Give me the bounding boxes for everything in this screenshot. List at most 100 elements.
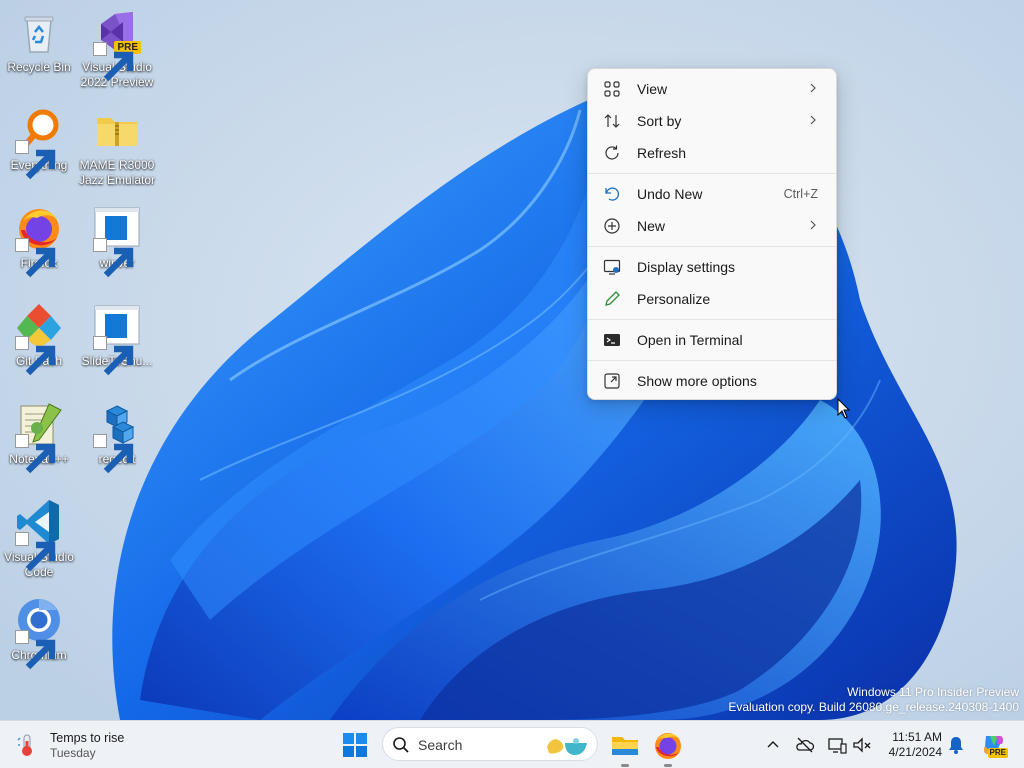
menu-item-undo-new[interactable]: Undo New Ctrl+Z [592, 178, 832, 210]
desktop-icon-chromium[interactable]: Chromium [0, 596, 81, 670]
menu-separator [588, 360, 836, 361]
desktop-icon-slidetoshutdown[interactable]: SlideToShu... [75, 302, 159, 376]
copilot-button[interactable]: PRE [980, 732, 1008, 758]
taskbar: Temps to rise Tuesday Search 11:51 AM 4/… [0, 720, 1024, 768]
firefox-icon [15, 204, 63, 278]
taskbar-file-explorer[interactable] [609, 729, 641, 767]
menu-separator [588, 246, 836, 247]
weather-widget[interactable]: Temps to rise Tuesday [14, 727, 124, 763]
chromium-icon [15, 596, 63, 670]
grid-view-icon [603, 80, 621, 98]
plus-circle-icon [603, 217, 621, 235]
regedit-icon [93, 400, 141, 474]
network-icon[interactable] [827, 735, 847, 755]
onedrive-offline-icon[interactable] [795, 735, 815, 755]
desktop-context-menu: View Sort by Refresh Undo New Ctrl+Z New… [587, 68, 837, 400]
menu-item-show-more-options[interactable]: Show more options [592, 365, 832, 397]
menu-item-open-in-terminal[interactable]: Open in Terminal [592, 324, 832, 356]
taskbar-search-box[interactable]: Search [382, 727, 598, 761]
desktop-icon-label: Recycle Bin [7, 60, 71, 74]
everything-search-icon [15, 106, 63, 180]
search-icon [393, 737, 409, 753]
visual-studio-preview-icon: PRE [93, 8, 141, 82]
desktop-icon-notepad-plus-plus[interactable]: Notepad++ [0, 400, 81, 474]
chevron-up-icon[interactable] [763, 735, 783, 755]
menu-item-label: Personalize [637, 291, 711, 307]
pen-icon [603, 290, 621, 308]
desktop-icon-regedit[interactable]: regedit [75, 400, 159, 474]
weather-subtitle: Tuesday [50, 745, 96, 760]
menu-item-label: Refresh [637, 145, 687, 161]
desktop-icon-visual-studio-preview[interactable]: PRE Visual Studio 2022 Preview [75, 8, 159, 90]
folder-zip-icon [93, 106, 141, 154]
menu-item-new[interactable]: New [592, 210, 832, 242]
chevron-right-icon [808, 114, 818, 128]
search-placeholder: Search [418, 737, 463, 753]
notepad-plus-plus-icon [15, 400, 63, 474]
menu-item-refresh[interactable]: Refresh [592, 137, 832, 169]
shortcut-hint: Ctrl+Z [783, 187, 818, 201]
chevron-right-icon [808, 82, 818, 96]
chevron-right-icon [808, 219, 818, 233]
menu-item-label: Open in Terminal [637, 332, 743, 348]
desktop-icon-recycle-bin[interactable]: Recycle Bin [0, 8, 81, 75]
shortcut-arrow-icon [15, 630, 56, 670]
clock-date: 4/21/2024 [888, 745, 942, 759]
volume-muted-icon[interactable] [852, 735, 872, 755]
shortcut-arrow-icon [15, 238, 56, 278]
taskbar-clock[interactable]: 11:51 AM 4/21/2024 [880, 730, 942, 760]
firefox-icon [655, 733, 681, 759]
undo-icon [603, 185, 621, 203]
shortcut-arrow-icon [15, 140, 56, 180]
taskbar-firefox[interactable] [652, 729, 684, 767]
copilot-badge: PRE [987, 748, 1008, 758]
thermometer-icon [17, 734, 32, 756]
mouse-cursor-icon [837, 398, 851, 419]
windows-start-icon[interactable] [340, 730, 370, 760]
display-settings-icon [603, 258, 621, 276]
menu-separator [588, 173, 836, 174]
running-indicator [664, 764, 672, 767]
more-options-icon [603, 372, 621, 390]
sort-icon [603, 112, 621, 130]
menu-item-label: View [637, 81, 668, 97]
menu-separator [588, 319, 836, 320]
file-explorer-icon [612, 737, 638, 755]
shortcut-arrow-icon [93, 336, 134, 376]
menu-item-label: New [637, 218, 666, 234]
running-indicator [621, 764, 629, 767]
clock-time: 11:51 AM [892, 730, 942, 744]
slidetoshutdown-icon [93, 302, 141, 376]
shortcut-arrow-icon [93, 238, 134, 278]
winver-icon [93, 204, 141, 278]
menu-item-label: Sort by [637, 113, 682, 129]
shortcut-arrow-icon [93, 434, 134, 474]
desktop-icon-vscode[interactable]: Visual Studio Code [0, 498, 81, 580]
notification-bell-icon[interactable] [946, 735, 966, 755]
menu-item-personalize[interactable]: Personalize [592, 283, 832, 315]
recycle-bin-icon [15, 8, 63, 56]
watermark-line-2: Evaluation copy. Build 26080.ge_release.… [728, 700, 1019, 714]
desktop-icon-winver[interactable]: winver [75, 204, 159, 278]
shortcut-arrow-icon [15, 336, 56, 376]
menu-item-view[interactable]: View [592, 73, 832, 105]
refresh-icon [603, 144, 621, 162]
menu-item-sort-by[interactable]: Sort by [592, 105, 832, 137]
desktop-icon-mame-folder[interactable]: MAME R3000 Jazz Emulator [75, 106, 159, 188]
shortcut-arrow-icon [15, 434, 56, 474]
terminal-icon [603, 331, 621, 349]
menu-item-display-settings[interactable]: Display settings [592, 251, 832, 283]
search-highlight-icon [547, 738, 587, 755]
desktop-icon-label: MAME R3000 Jazz Emulator [78, 158, 156, 187]
evaluation-watermark: Windows 11 Pro Insider Preview Evaluatio… [728, 685, 1019, 715]
desktop-icon-everything[interactable]: Everything [0, 106, 81, 180]
shortcut-arrow-icon [93, 42, 134, 82]
menu-item-label: Display settings [637, 259, 736, 275]
shortcut-arrow-icon [15, 532, 56, 572]
watermark-line-1: Windows 11 Pro Insider Preview [847, 685, 1019, 699]
menu-item-label: Show more options [637, 373, 757, 389]
weather-title: Temps to rise [50, 730, 125, 745]
desktop-icon-firefox[interactable]: Firefox [0, 204, 81, 278]
desktop-icon-git-bash[interactable]: Git Bash [0, 302, 81, 376]
git-bash-icon [15, 302, 63, 376]
